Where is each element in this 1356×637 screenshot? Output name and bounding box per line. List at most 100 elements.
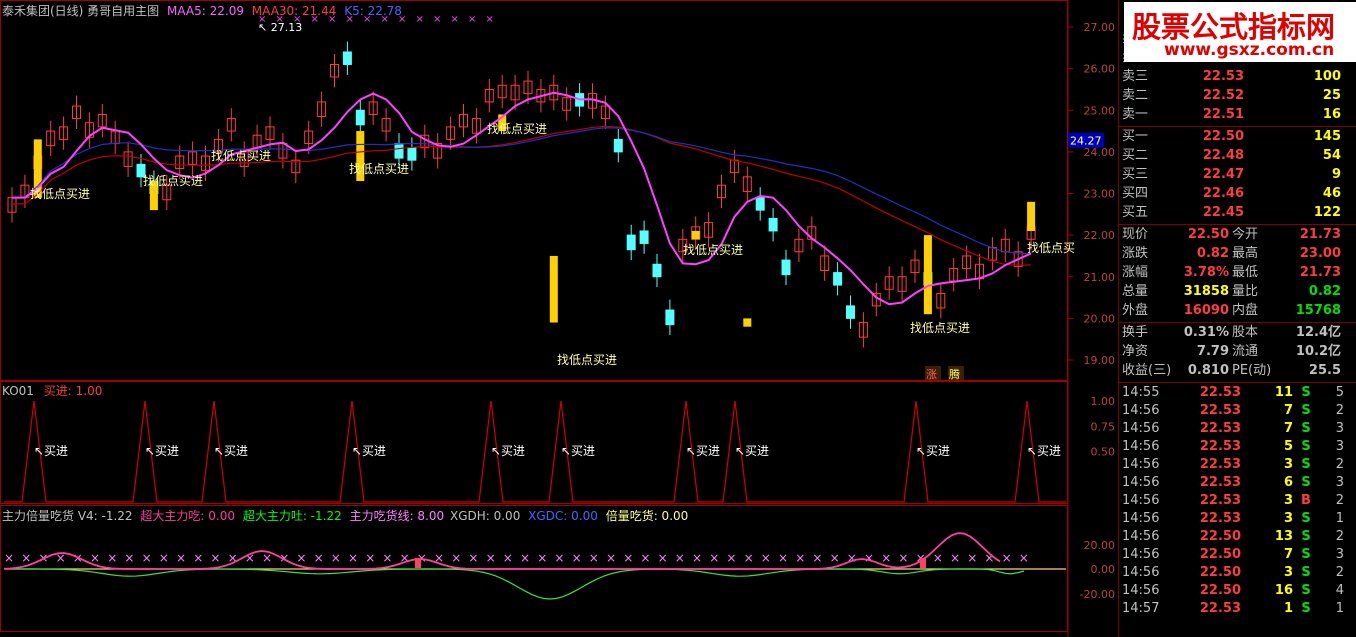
- tick-side: S: [1301, 601, 1311, 616]
- tick-price: 22.50: [1199, 529, 1241, 544]
- ind1-buy-label: ↖买进: [491, 444, 525, 458]
- ind2-marker: ×: [589, 551, 599, 565]
- ind1-buy-label: ↖买进: [561, 444, 595, 458]
- stat-label: 今开: [1232, 227, 1259, 242]
- candle-body: [407, 147, 417, 161]
- ind2-marker: ×: [503, 551, 513, 565]
- tick-side: S: [1301, 583, 1311, 598]
- ask-row-1-label: 卖一: [1122, 107, 1149, 122]
- ind2-marker: ×: [537, 551, 547, 565]
- bid-row-1-price: 22.50: [1202, 129, 1244, 144]
- tick-row: 14:56 22.53 7 S 2: [1119, 402, 1356, 420]
- tick-count: 2: [1335, 565, 1344, 580]
- ind2-marker: ×: [761, 551, 771, 565]
- bid-row-4: 买四 22.46 46: [1119, 185, 1356, 203]
- ind1-buy-label: ↖买进: [686, 444, 720, 458]
- stat-value: 21.73: [1299, 227, 1341, 242]
- ask-row-1-price: 22.51: [1202, 107, 1244, 122]
- divider: [1119, 382, 1356, 383]
- tick-time: 14:56: [1122, 583, 1160, 598]
- stat-value: 0.31%: [1183, 325, 1229, 340]
- stat-row: 收益(三) 0.810 PE(动) 25.5: [1119, 362, 1356, 380]
- tick-time: 14:56: [1122, 493, 1160, 508]
- ind1-buy-label: ↖买进: [214, 444, 248, 458]
- stat-value: 0.82: [1308, 284, 1341, 299]
- ind2-marker: ×: [675, 551, 685, 565]
- price-axis-label: 24.00: [1084, 146, 1116, 159]
- tick-count: 4: [1335, 583, 1344, 598]
- stat-label: 最高: [1232, 246, 1259, 261]
- ind2-marker: ×: [744, 551, 754, 565]
- ind2-marker: ×: [331, 551, 341, 565]
- k5-line: [11, 127, 1032, 255]
- divider: [1119, 322, 1356, 323]
- candle-body: [846, 305, 855, 319]
- tick-price: 22.50: [1199, 547, 1241, 562]
- ma30-line: [12, 125, 1032, 266]
- signal-candle: [1027, 201, 1036, 231]
- stat-value: 3.78%: [1183, 265, 1229, 280]
- tick-time: 14:57: [1122, 601, 1160, 616]
- buy-signal-label: 找低点买进: [557, 353, 617, 367]
- ind2-marker: ×: [193, 551, 203, 565]
- ind1-buy-label: ↖买进: [34, 444, 68, 458]
- stat-value: 0.810: [1187, 363, 1229, 378]
- tick-volume: 5: [1283, 439, 1293, 454]
- stat-value: 21.73: [1299, 265, 1341, 280]
- stat-label: 净资: [1122, 344, 1149, 359]
- ask-row-2-label: 卖二: [1122, 88, 1149, 103]
- ind2-axis-label: 0.00: [1091, 563, 1116, 576]
- tick-volume: 16: [1274, 583, 1293, 598]
- ind2-marker: ×: [950, 551, 960, 565]
- buy-signal-label: 找低点买进: [143, 174, 203, 188]
- ind2-xgdh: XGDH: 0.00: [449, 509, 521, 523]
- tick-price: 22.53: [1199, 403, 1241, 418]
- ind2-marker: ×: [623, 551, 633, 565]
- quote-panel: 卖五22.5538卖四22.5467卖三22.53100卖二22.5225卖一2…: [1118, 0, 1356, 637]
- stat-row: 涨幅 3.78% 最低 21.73: [1119, 264, 1356, 282]
- candle-body: [652, 263, 662, 278]
- bid-row-3: 买三 22.47 9: [1119, 166, 1356, 184]
- stat-value: 16090: [1183, 303, 1229, 318]
- tick-row: 14:57 22.53 1 S 1: [1119, 600, 1356, 618]
- stat-label: 股本: [1232, 325, 1259, 340]
- kline-chart[interactable]: 27.00 26.00 25.00 24.00 23.00 22.00 21.00 20.00…: [0, 0, 1118, 637]
- chart-area[interactable]: 27.00 26.00 25.00 24.00 23.00 22.00 21.00 20.00…: [0, 0, 1118, 637]
- ask-row-1: 卖一 22.51 16: [1119, 106, 1356, 124]
- stat-label: 最低: [1232, 265, 1259, 280]
- ind2-marker: ×: [468, 551, 478, 565]
- stat-label: 现价: [1122, 227, 1149, 242]
- main-header: 泰禾集团(日线) 勇哥自用主图 MAA5: 22.09 MAA30: 21.44…: [2, 2, 402, 19]
- ind2-marker: ×: [864, 551, 874, 565]
- ind2-marker: ×: [812, 551, 822, 565]
- tick-volume: 3: [1283, 457, 1293, 472]
- bid-row-3-price: 22.47: [1202, 167, 1244, 182]
- watermark-url: www.gsxz.com.cn: [1164, 40, 1335, 60]
- ind2-marker: ×: [658, 551, 668, 565]
- ind2-marker: ×: [554, 551, 564, 565]
- tick-volume: 3: [1283, 511, 1293, 526]
- buy-signal-label: 找低点买进: [683, 243, 743, 257]
- ind2-super-eat: 超大主力吃: 0.00: [140, 509, 235, 523]
- stat-label: 量比: [1232, 284, 1259, 299]
- ind2-double: 倍量吃货: 0.00: [605, 509, 689, 523]
- candle-body: [781, 259, 791, 276]
- ask-row-2-price: 22.52: [1202, 88, 1244, 103]
- signal-candle: [743, 318, 752, 327]
- tick-row: 14:56 22.50 13 S 2: [1119, 528, 1356, 546]
- buy-signal-label: 找低点买进: [349, 162, 409, 176]
- stat-value: 12.4亿: [1295, 325, 1341, 340]
- stat-label: 总量: [1122, 284, 1149, 299]
- tick-price: 22.53: [1199, 475, 1241, 490]
- buy-signal-label: 找低点买进: [910, 321, 970, 335]
- tick-time: 14:56: [1122, 511, 1160, 526]
- tick-count: 2: [1335, 529, 1344, 544]
- buy-signal-label: 找低点买: [1027, 241, 1075, 255]
- tick-count: 3: [1335, 439, 1344, 454]
- tick-price: 22.53: [1199, 493, 1241, 508]
- ind2-marker: ×: [933, 551, 943, 565]
- ask-row-3-label: 卖三: [1122, 69, 1149, 84]
- tick-time: 14:56: [1122, 421, 1160, 436]
- price-axis-label: 26.00: [1084, 63, 1116, 76]
- tick-row: 14:56 22.53 7 S 3: [1119, 420, 1356, 438]
